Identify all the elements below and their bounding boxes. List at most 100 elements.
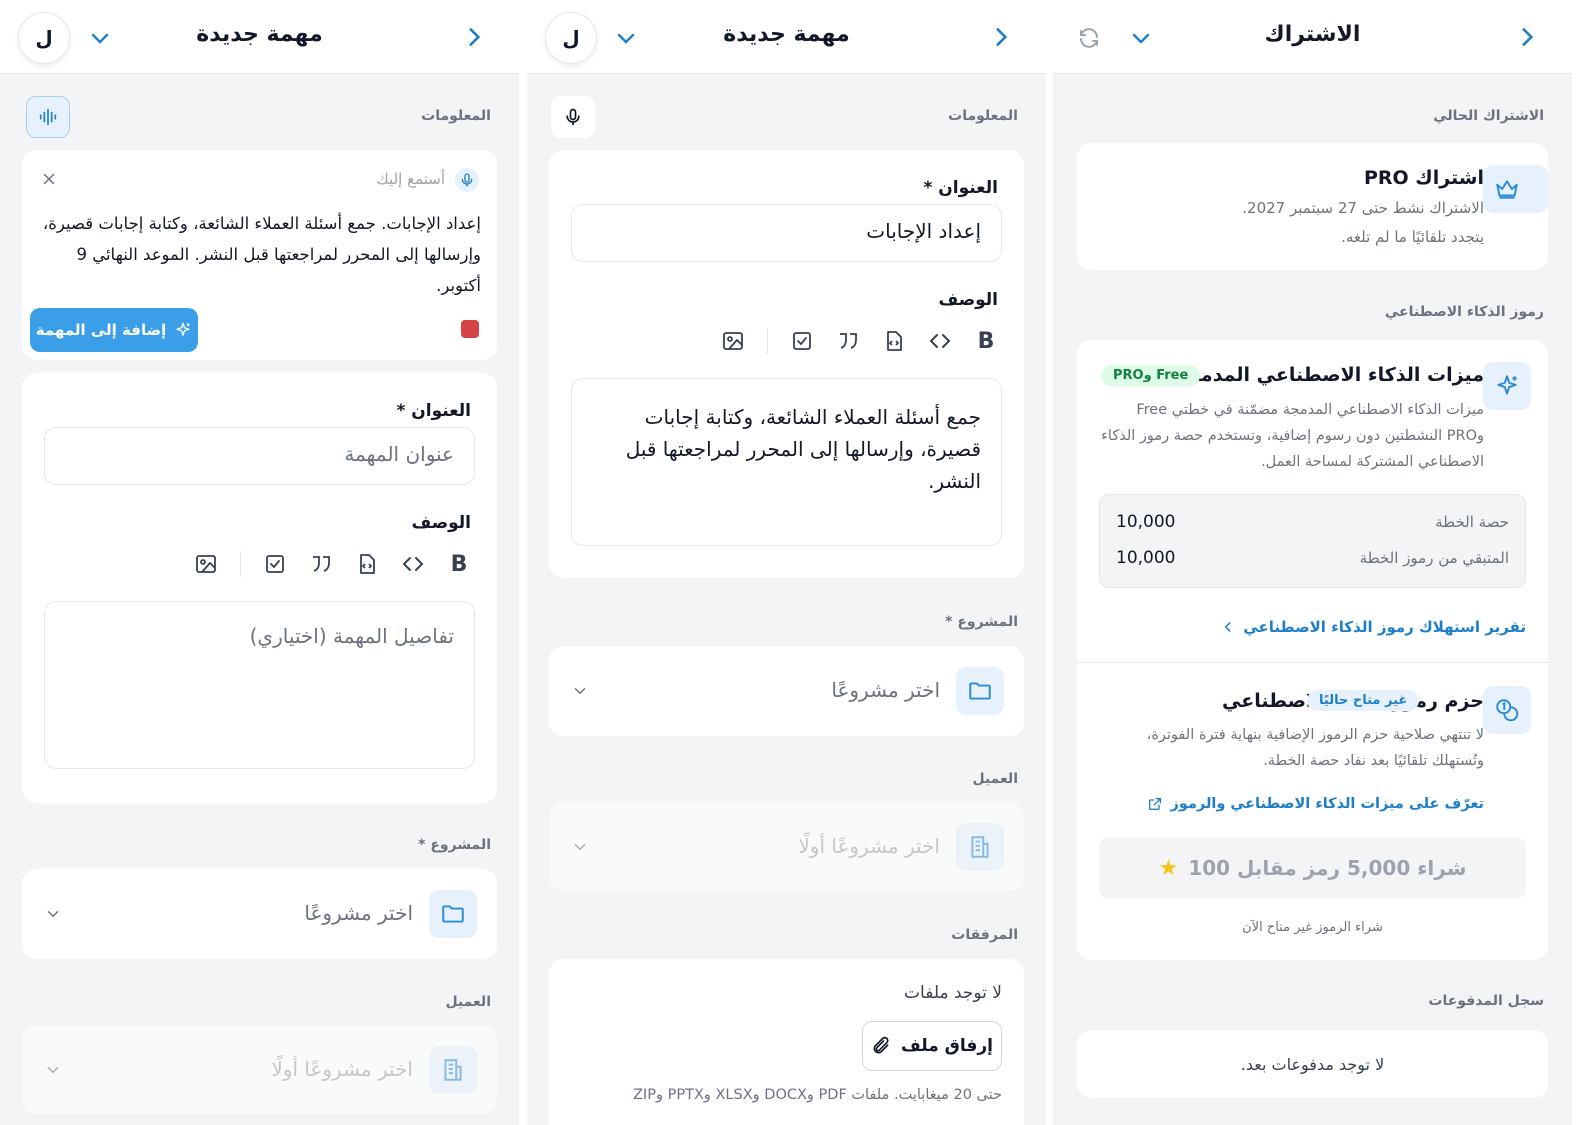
code-icon[interactable]	[401, 552, 425, 576]
page-title: مهمة جديدة	[196, 22, 323, 47]
title-label: العنوان *	[396, 401, 471, 421]
project-label: المشروع *	[418, 837, 491, 853]
remaining-value: 10,000	[1116, 548, 1176, 568]
external-link-icon	[1148, 798, 1161, 810]
new-task-panel-voice: مهمة جديدة ل المعلومات أستمع إليك إعداد …	[0, 0, 519, 1125]
audio-wave-icon	[39, 108, 57, 126]
building-icon	[956, 823, 1004, 871]
chevron-left-icon	[1224, 622, 1231, 632]
format-toolbar: B	[194, 551, 471, 577]
pro-active-until: الاشتراك نشط حتى 27 سبتمبر 2027.	[1242, 199, 1484, 217]
building-icon	[429, 1046, 477, 1094]
avatar[interactable]: ل	[545, 12, 597, 64]
pro-renewal: يتجدد تلقائيًا ما لم تلغه.	[1341, 228, 1484, 246]
chevron-down-icon	[47, 1067, 59, 1074]
voice-card: أستمع إليك إعداد الإجابات. جمع أسئلة الع…	[22, 150, 497, 360]
usage-report-label: تقرير استهلاك رموز الذكاء الاصطناعي	[1243, 618, 1526, 636]
bold-icon[interactable]: B	[974, 329, 998, 354]
description-input[interactable]: جمع أسئلة العملاء الشائعة، وكتابة إجابات…	[571, 378, 1002, 546]
section-tokens: رموز الذكاء الاصطناعي	[1384, 304, 1544, 320]
divider	[1045, 0, 1053, 1125]
chevron-down-icon[interactable]	[614, 26, 638, 50]
folder-icon	[956, 667, 1004, 715]
sparkles-icon	[176, 322, 190, 336]
new-task-panel-filled: مهمة جديدة ل المعلومات العنوان * إعداد ا…	[527, 0, 1046, 1125]
panel-header: مهمة جديدة ل	[527, 0, 1046, 74]
code-icon[interactable]	[928, 329, 952, 353]
chevron-down-icon	[574, 844, 586, 851]
payments-empty: لا توجد مدفوعات بعد.	[1240, 1054, 1385, 1074]
tokens-card: ميزات الذكاء الاصطناعي المدمجة Free وPRO…	[1077, 340, 1548, 960]
close-icon[interactable]	[40, 170, 58, 188]
plan-badge: Free وPRO	[1101, 365, 1201, 386]
section-info: المعلومات	[948, 108, 1018, 124]
page-title: مهمة جديدة	[723, 22, 850, 47]
project-label: المشروع *	[945, 614, 1018, 630]
description-input[interactable]: تفاصيل المهمة (اختياري)	[44, 601, 475, 769]
pro-title: اشتراك PRO	[1363, 167, 1484, 189]
learn-more-label: تعرّف على ميزات الذكاء الاصطناعي والرموز	[1170, 796, 1484, 812]
quote-icon[interactable]	[309, 552, 333, 576]
buy-note: شراء الرموز غير متاح الآن	[1242, 920, 1383, 935]
crown-icon	[1483, 165, 1531, 213]
project-placeholder: اختر مشروعًا	[831, 678, 940, 702]
client-placeholder: اختر مشروعًا أولًا	[798, 834, 940, 858]
learn-more-link[interactable]: تعرّف على ميزات الذكاء الاصطناعي والرموز	[1147, 796, 1484, 812]
checkbox-icon[interactable]	[263, 552, 287, 576]
chevron-down-icon[interactable]	[1129, 26, 1153, 50]
title-input[interactable]: عنوان المهمة	[44, 427, 475, 485]
no-files-text: لا توجد ملفات	[904, 983, 1002, 1003]
toolbar-separator	[767, 328, 768, 354]
attachments-card: لا توجد ملفات إرفاق ملف حتى 20 ميغابايت.…	[549, 959, 1024, 1125]
project-placeholder: اختر مشروعًا	[304, 901, 413, 925]
paperclip-icon	[873, 1036, 889, 1054]
quota-box: حصة الخطة 10,000 المتبقي من رموز الخطة 1…	[1099, 494, 1526, 588]
info-card: العنوان * عنوان المهمة الوصف B تفاصيل ال…	[22, 373, 497, 803]
chevron-down-icon	[574, 688, 586, 695]
buy-tokens-label: شراء 5,000 رمز مقابل 100	[1188, 856, 1467, 880]
avatar[interactable]: ل	[18, 12, 70, 64]
divider	[519, 0, 527, 1125]
chevron-down-icon[interactable]	[88, 26, 112, 50]
divider	[1077, 662, 1548, 663]
image-icon[interactable]	[194, 552, 218, 576]
info-card: العنوان * إعداد الإجابات الوصف B جمع أسئ…	[549, 150, 1024, 578]
code-file-icon[interactable]	[882, 329, 906, 353]
voice-wave-button[interactable]	[26, 96, 70, 138]
description-label: الوصف	[938, 290, 998, 310]
client-select[interactable]: اختر مشروعًا أولًا	[549, 803, 1024, 891]
usage-report-link[interactable]: تقرير استهلاك رموز الذكاء الاصطناعي	[1221, 618, 1526, 636]
quota-label: حصة الخطة	[1435, 513, 1509, 531]
buy-tokens-button[interactable]: شراء 5,000 رمز مقابل 100 ★	[1099, 837, 1526, 899]
remaining-label: المتبقي من رموز الخطة	[1359, 549, 1509, 567]
mic-button[interactable]	[551, 96, 595, 138]
bold-icon[interactable]: B	[447, 552, 471, 577]
stop-recording-button[interactable]	[461, 320, 479, 338]
quote-icon[interactable]	[836, 329, 860, 353]
project-select[interactable]: اختر مشروعًا	[22, 869, 497, 959]
subscription-panel: الاشتراك الاشتراك الحالي اشتراك PRO الاش…	[1053, 0, 1572, 1125]
title-input[interactable]: إعداد الإجابات	[571, 204, 1002, 262]
microphone-icon	[566, 108, 580, 126]
attach-file-button[interactable]: إرفاق ملف	[862, 1021, 1002, 1071]
title-label: العنوان *	[923, 178, 998, 198]
attach-file-label: إرفاق ملف	[901, 1036, 993, 1056]
mic-listening-icon	[455, 168, 479, 192]
panel-header: الاشتراك	[1053, 0, 1572, 74]
client-select[interactable]: اختر مشروعًا أولًا	[22, 1026, 497, 1114]
client-placeholder: اختر مشروعًا أولًا	[271, 1057, 413, 1081]
code-file-icon[interactable]	[355, 552, 379, 576]
project-select[interactable]: اختر مشروعًا	[549, 646, 1024, 736]
client-label: العميل	[445, 994, 491, 1010]
add-to-task-button[interactable]: إضافة إلى المهمة	[30, 308, 198, 352]
image-icon[interactable]	[721, 329, 745, 353]
description-label: الوصف	[411, 513, 471, 533]
payments-card: لا توجد مدفوعات بعد.	[1077, 1030, 1548, 1098]
checkbox-icon[interactable]	[790, 329, 814, 353]
listening-text: أستمع إليك	[376, 170, 445, 188]
section-info: المعلومات	[421, 108, 491, 124]
chevron-down-icon	[47, 911, 59, 918]
sparkles-icon	[1483, 362, 1531, 410]
unavailable-badge: غير متاح حاليًا	[1307, 690, 1420, 711]
refresh-icon[interactable]	[1077, 26, 1101, 50]
